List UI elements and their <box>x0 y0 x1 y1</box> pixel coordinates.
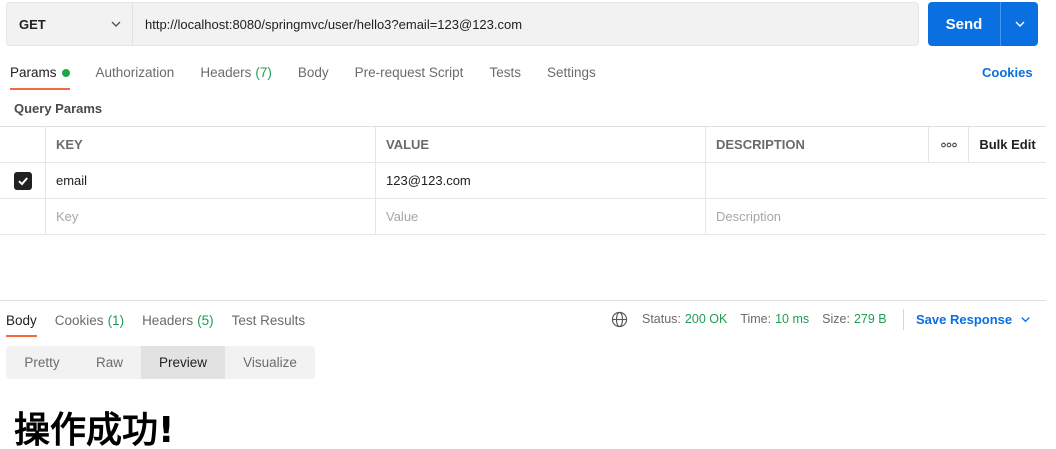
view-preview-button[interactable]: Preview <box>141 346 225 379</box>
header-check-cell <box>0 127 46 162</box>
chevron-down-icon <box>111 21 121 27</box>
request-bar: GET http://localhost:8080/springmvc/user… <box>6 2 919 46</box>
status-label: Status: <box>642 312 681 326</box>
new-description-input[interactable]: Description <box>706 199 1046 234</box>
new-value-input[interactable]: Value <box>376 199 706 234</box>
response-status-bar: Status: 200 OK Time: 10 ms Size: 279 B <box>611 310 900 328</box>
status-value[interactable]: 200 OK <box>685 312 727 326</box>
query-params-title: Query Params <box>14 101 103 116</box>
tab-label: Settings <box>546 65 596 80</box>
param-description-field[interactable] <box>706 163 1046 198</box>
send-button[interactable]: Send <box>928 2 1001 46</box>
pane-divider[interactable] <box>0 300 1046 301</box>
table-row: email 123@123.com <box>0 163 1046 199</box>
column-header-value: VALUE <box>376 127 706 162</box>
view-raw-button[interactable]: Raw <box>78 346 141 379</box>
tab-params[interactable]: Params <box>10 63 70 90</box>
row-check-cell <box>0 199 46 234</box>
chevron-down-icon <box>1021 317 1030 323</box>
send-button-group: Send <box>928 2 1038 46</box>
row-check-cell <box>0 163 46 198</box>
status-separator <box>903 309 904 330</box>
tab-pre-request-script[interactable]: Pre-request Script <box>355 63 464 90</box>
view-visualize-button[interactable]: Visualize <box>225 346 315 379</box>
size-value[interactable]: 279 B <box>854 312 887 326</box>
query-params-table: KEY VALUE DESCRIPTION Bulk Edit email 12… <box>0 126 1046 235</box>
view-pretty-button[interactable]: Pretty <box>6 346 78 379</box>
method-select[interactable]: GET <box>7 3 133 45</box>
tab-count: (5) <box>197 313 214 328</box>
column-header-description: DESCRIPTION <box>716 137 805 152</box>
more-horizontal-icon <box>940 142 957 147</box>
time-value[interactable]: 10 ms <box>775 312 809 326</box>
bulk-edit-button[interactable]: Bulk Edit <box>969 127 1046 162</box>
column-header-key: KEY <box>46 127 376 162</box>
save-response-label: Save Response <box>916 312 1013 327</box>
tab-label: Params <box>10 65 57 80</box>
tab-headers[interactable]: Headers (7) <box>200 63 272 90</box>
method-value: GET <box>19 16 46 32</box>
tab-count: (7) <box>255 65 272 80</box>
tab-response-cookies[interactable]: Cookies (1) <box>55 311 124 337</box>
tab-label: Authorization <box>95 65 175 80</box>
tab-authorization[interactable]: Authorization <box>96 63 175 90</box>
row-checkbox[interactable] <box>13 171 32 190</box>
tab-label: Tests <box>489 65 521 80</box>
param-key-field[interactable]: email <box>46 163 376 198</box>
request-tabs: Params Authorization Headers (7) Body Pre… <box>10 63 622 90</box>
params-active-dot-icon <box>61 69 70 77</box>
time-label: Time: <box>740 312 772 326</box>
tab-label: Headers <box>142 313 194 328</box>
response-tabs: Body Cookies (1) Headers (5) Test Results <box>6 311 323 337</box>
save-response-button[interactable]: Save Response <box>916 312 1031 327</box>
chevron-down-icon <box>1015 21 1024 27</box>
response-view-switcher: Pretty Raw Preview Visualize <box>6 346 315 379</box>
tab-label: Headers <box>200 65 252 80</box>
tab-label: Test Results <box>231 313 306 328</box>
cookies-link[interactable]: Cookies <box>982 65 1033 80</box>
tab-test-results[interactable]: Test Results <box>232 311 306 337</box>
globe-icon[interactable] <box>611 311 628 328</box>
more-options-button[interactable] <box>928 127 969 162</box>
table-row-empty: Key Value Description <box>0 199 1046 235</box>
tab-label: Body <box>297 65 329 80</box>
tab-response-body[interactable]: Body <box>6 311 37 337</box>
size-label: Size: <box>822 312 850 326</box>
tab-body[interactable]: Body <box>298 63 329 90</box>
tab-label: Body <box>6 313 37 328</box>
tab-response-headers[interactable]: Headers (5) <box>142 311 214 337</box>
check-icon <box>17 176 28 185</box>
url-input[interactable]: http://localhost:8080/springmvc/user/hel… <box>133 3 918 45</box>
url-text: http://localhost:8080/springmvc/user/hel… <box>145 16 523 32</box>
send-options-button[interactable] <box>1001 2 1038 46</box>
tab-label: Pre-request Script <box>354 65 464 80</box>
table-header-row: KEY VALUE DESCRIPTION Bulk Edit <box>0 127 1046 163</box>
tab-count: (1) <box>107 313 125 328</box>
tab-label: Cookies <box>54 313 104 328</box>
new-key-input[interactable]: Key <box>46 199 376 234</box>
response-preview-text: 操作成功! <box>14 410 175 449</box>
tab-settings[interactable]: Settings <box>547 63 596 90</box>
tab-tests[interactable]: Tests <box>489 63 521 90</box>
param-value-field[interactable]: 123@123.com <box>376 163 706 198</box>
